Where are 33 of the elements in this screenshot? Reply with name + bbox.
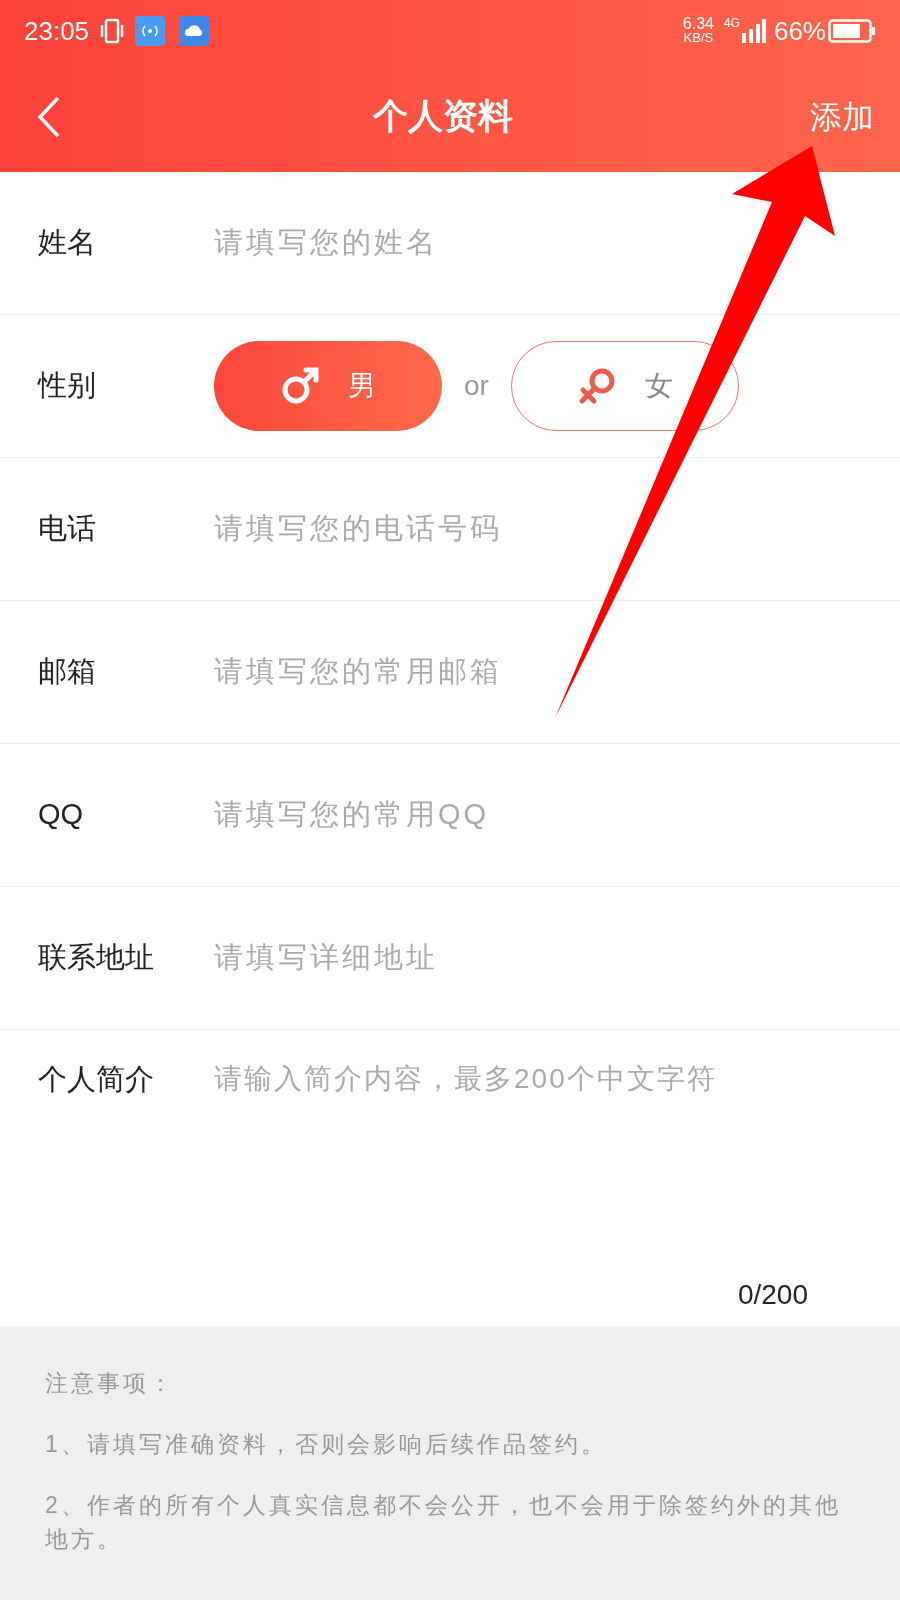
text-field[interactable]: 请填写您的姓名: [214, 221, 862, 265]
battery-icon: [828, 19, 876, 43]
speed-unit: KB/S: [683, 31, 714, 45]
hotspot-app-icon: [135, 16, 166, 46]
add-button[interactable]: 添加: [810, 93, 874, 141]
intro-field[interactable]: 请输入简介内容，最多200个中文字符: [214, 1058, 808, 1208]
text-field[interactable]: 请填写您的电话号码: [214, 507, 862, 551]
field-label: 性别: [38, 368, 97, 404]
notes-title: 注意事项：: [45, 1369, 176, 1398]
text-field[interactable]: 请填写您的常用邮箱: [214, 650, 862, 694]
field-label: 个人简介: [38, 1062, 155, 1097]
weather-app-icon: [179, 16, 210, 46]
page-title: 个人资料: [371, 95, 514, 138]
field-label: QQ: [38, 797, 85, 833]
character-counter: 0/200: [737, 1278, 808, 1312]
text-field[interactable]: 请填写详细地址: [214, 936, 862, 980]
text-field[interactable]: 请填写您的常用QQ: [214, 793, 862, 837]
signal-icon: [739, 19, 766, 43]
gender-option[interactable]: 男: [214, 341, 442, 431]
field-label: 联系地址: [38, 940, 155, 976]
network-speed: 6.34: [682, 17, 714, 31]
back-icon: [36, 95, 62, 139]
note-text: 2、作者的所有个人真实信息都不会公开，也不会用于除签约外的其他地方。: [45, 1491, 842, 1554]
note-text: 1、请填写准确资料，否则会影响后续作品签约。: [45, 1430, 608, 1459]
field-label: 邮箱: [38, 654, 97, 690]
battery-percent: 66%: [773, 14, 826, 48]
field-label: 电话: [38, 511, 97, 547]
or-text: or: [464, 369, 489, 403]
network-type: 4G: [723, 15, 740, 32]
field-label: 姓名: [38, 225, 97, 261]
male-symbol-icon: [280, 366, 320, 406]
vibrate-icon: [99, 17, 126, 45]
clock-time: 23:05: [24, 14, 90, 48]
